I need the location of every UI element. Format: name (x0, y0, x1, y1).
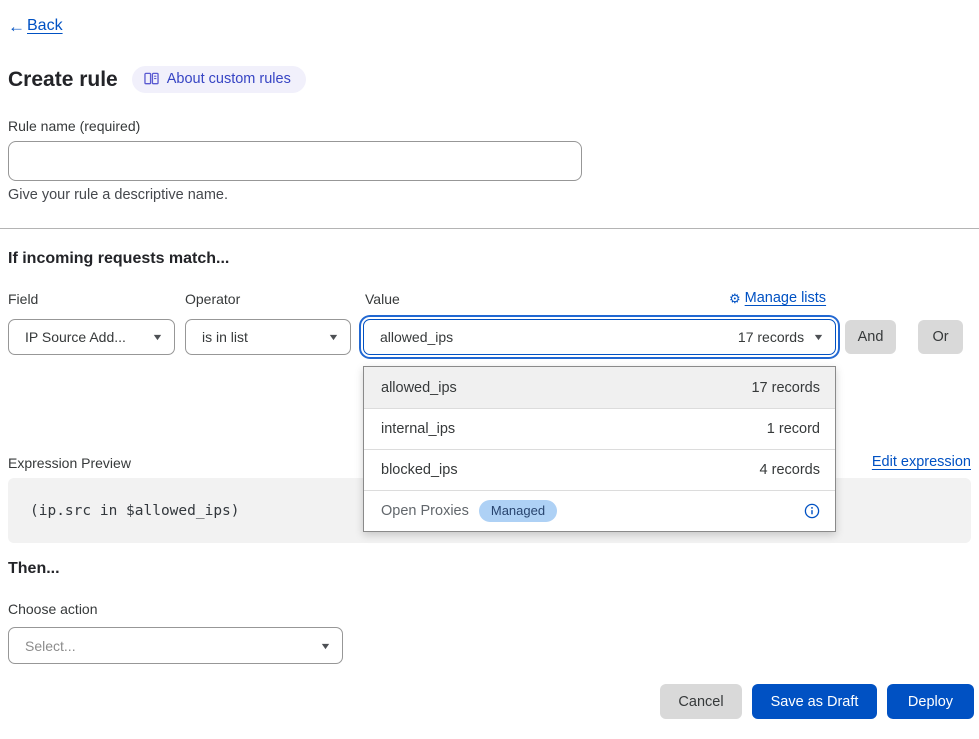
or-button[interactable]: Or (918, 320, 963, 354)
chevron-down-icon: ▼ (327, 332, 339, 342)
back-link-label: Back (27, 17, 63, 35)
dropdown-item-name: allowed_ips (381, 380, 457, 396)
and-button[interactable]: And (845, 320, 896, 354)
deploy-button[interactable]: Deploy (887, 684, 974, 719)
dropdown-item-count: 17 records (751, 380, 820, 396)
dropdown-item-name: internal_ips (381, 421, 455, 437)
chevron-down-icon: ▼ (319, 641, 331, 651)
managed-badge: Managed (479, 500, 557, 522)
back-arrow-icon: ← (8, 18, 25, 35)
section-divider (0, 228, 979, 229)
operator-select-value: is in list (202, 329, 319, 345)
action-select[interactable]: Select... ▼ (8, 627, 343, 664)
dropdown-item-allowed-ips[interactable]: allowed_ips 17 records (364, 367, 835, 408)
value-select[interactable]: allowed_ips 17 records ▼ (363, 319, 836, 355)
save-as-draft-button[interactable]: Save as Draft (752, 684, 877, 719)
page-title: Create rule (8, 68, 118, 92)
cancel-button[interactable]: Cancel (660, 684, 742, 719)
create-rule-page: ← Back Create rule About custom rules Ru… (0, 0, 979, 739)
about-custom-rules-link[interactable]: About custom rules (132, 66, 306, 93)
expression-preview-label: Expression Preview (8, 455, 131, 471)
rule-name-label: Rule name (required) (8, 118, 140, 134)
action-select-placeholder: Select... (25, 638, 311, 654)
operator-select[interactable]: is in list ▼ (185, 319, 351, 355)
expression-code: (ip.src in $allowed_ips) (30, 503, 240, 519)
dropdown-item-count: 1 record (767, 421, 820, 437)
value-select-count: 17 records (738, 329, 804, 345)
choose-action-label: Choose action (8, 601, 98, 617)
manage-lists-link[interactable]: ⚙ Manage lists (729, 290, 838, 306)
operator-label: Operator (185, 291, 240, 307)
then-section-heading: Then... (8, 560, 60, 578)
dropdown-item-name: Open Proxies (381, 503, 469, 519)
field-label: Field (8, 291, 38, 307)
dropdown-item-count: 4 records (760, 462, 820, 478)
chevron-down-icon: ▼ (151, 332, 163, 342)
gear-icon: ⚙ (729, 292, 741, 305)
field-select-value: IP Source Add... (25, 329, 143, 345)
back-link[interactable]: ← Back (8, 17, 63, 35)
info-icon[interactable] (804, 503, 820, 519)
dropdown-item-internal-ips[interactable]: internal_ips 1 record (364, 408, 835, 449)
dropdown-item-name: blocked_ips (381, 462, 458, 478)
manage-lists-label: Manage lists (745, 290, 826, 306)
dropdown-item-blocked-ips[interactable]: blocked_ips 4 records (364, 449, 835, 490)
edit-expression-link[interactable]: Edit expression (872, 454, 971, 470)
value-label: Value (365, 291, 400, 307)
dropdown-item-open-proxies[interactable]: Open Proxies Managed (364, 490, 835, 531)
title-row: Create rule About custom rules (8, 66, 306, 93)
match-section-heading: If incoming requests match... (8, 250, 229, 268)
field-select[interactable]: IP Source Add... ▼ (8, 319, 175, 355)
value-dropdown-panel: allowed_ips 17 records internal_ips 1 re… (363, 366, 836, 532)
rule-name-input[interactable] (8, 141, 582, 181)
rule-name-helper: Give your rule a descriptive name. (8, 187, 228, 203)
chevron-down-icon: ▼ (812, 332, 824, 342)
about-custom-rules-label: About custom rules (167, 71, 291, 87)
book-icon (144, 72, 159, 86)
value-select-name: allowed_ips (380, 329, 453, 345)
